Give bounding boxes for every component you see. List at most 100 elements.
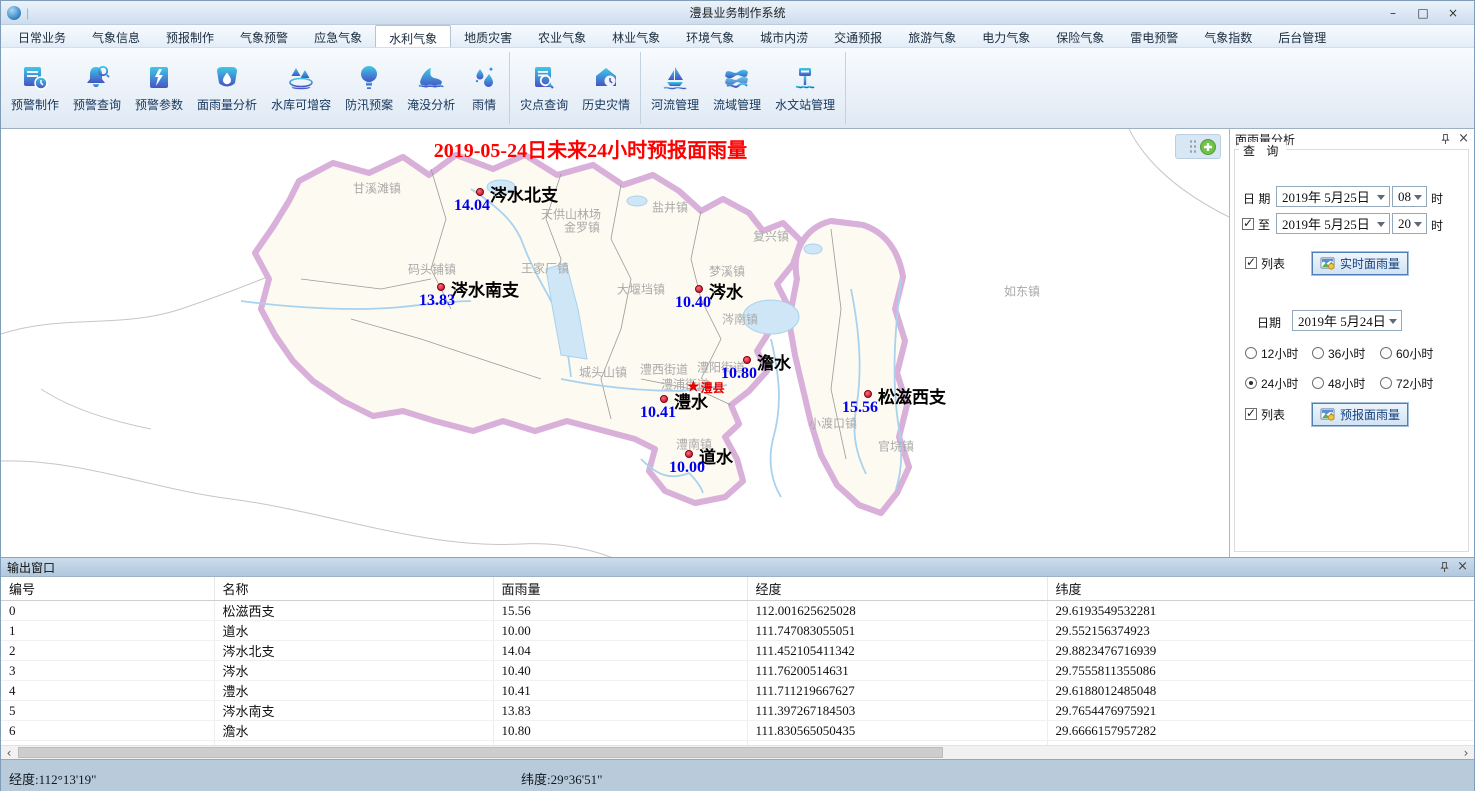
toolbar-button-flood-plan[interactable]: 防汛预案 [338,48,400,128]
station-dot-icon [437,283,445,291]
menu-item-3[interactable]: 气象预警 [227,25,301,47]
end-hour-select[interactable]: 20 [1392,213,1427,234]
column-header: 面雨量 [493,577,747,601]
table-cell: 29.6193549532281 [1047,601,1474,621]
maximize-button[interactable]: □ [1416,6,1430,20]
toolbar-button-river[interactable]: 河流管理 [644,48,706,128]
menu-item-0[interactable]: 日常业务 [5,25,79,47]
table-row[interactable]: 3涔水10.40111.7620051463129.7555811355086 [1,661,1474,681]
table-row[interactable]: 0松滋西支15.56112.00162562502829.61935495322… [1,601,1474,621]
forecast-date-select[interactable]: 2019年 5月24日 [1292,310,1402,331]
menu-item-5[interactable]: 水利气象 [375,25,451,47]
rain-icon [469,64,499,92]
forecast-list-checkbox[interactable]: 列表 [1245,407,1285,421]
menu-item-9[interactable]: 环境气象 [673,25,747,47]
toolbar-button-alert-make[interactable]: 预警制作 [4,48,66,128]
toolbar-group-1: 灾点查询历史灾情 [513,48,637,128]
toolbar-button-basin[interactable]: 流域管理 [706,48,768,128]
menu-item-16[interactable]: 气象指数 [1191,25,1265,47]
radio-option-2[interactable]: 60小时 [1380,346,1433,360]
town-label: 梦溪镇 [709,263,745,280]
county-seat-label: 澧县 [701,379,725,396]
town-label: 金罗镇 [564,219,600,236]
close-button[interactable]: × [1446,6,1460,20]
panel-close-icon[interactable]: × [1458,133,1469,145]
toolbar-button-alert-query[interactable]: 预警查询 [66,48,128,128]
station-dot-icon [685,450,693,458]
menu-item-14[interactable]: 保险气象 [1043,25,1117,47]
menu-item-17[interactable]: 后台管理 [1265,25,1339,47]
radio-option-3[interactable]: 24小时 [1245,376,1298,390]
add-layer-button[interactable] [1199,138,1217,156]
drag-grip-icon[interactable] [1189,139,1196,154]
menu-item-7[interactable]: 农业气象 [525,25,599,47]
menu-item-12[interactable]: 旅游气象 [895,25,969,47]
list-checkbox[interactable]: 列表 [1245,256,1285,270]
realtime-rain-button-label: 实时面雨量 [1340,255,1400,272]
radio-option-4[interactable]: 48小时 [1312,376,1365,390]
radio-option-5[interactable]: 72小时 [1380,376,1433,390]
county-star-icon: ★ [687,383,700,393]
menu-item-13[interactable]: 电力气象 [969,25,1043,47]
minimize-button[interactable]: – [1386,6,1400,20]
pin-icon[interactable] [1440,133,1451,145]
menu-item-2[interactable]: 预报制作 [153,25,227,47]
output-close-icon[interactable]: × [1457,561,1468,573]
table-row[interactable]: 1道水10.00111.74708305505129.552156374923 [1,621,1474,641]
query-groupbox: 查 询 日 期 2019年 5月25日 08 时 至 2019年 5月25日 2… [1234,149,1469,552]
table-row[interactable]: 5涔水南支13.83111.39726718450329.76544769759… [1,701,1474,721]
map-mini-toolbar [1175,134,1221,159]
horizontal-scrollbar[interactable]: ‹ › [1,745,1474,759]
toolbar-button-label: 河流管理 [651,96,699,113]
station-rain-value: 10.80 [721,365,757,383]
table-cell: 29.552156374923 [1047,621,1474,641]
start-date-value: 2019年 5月25日 [1282,187,1370,206]
toolbar-button-label: 防汛预案 [345,96,393,113]
start-hour-select[interactable]: 08 [1392,186,1427,207]
submerge-icon [416,64,446,92]
menu-item-10[interactable]: 城市内涝 [747,25,821,47]
menu-item-11[interactable]: 交通预报 [821,25,895,47]
toolbar-button-alert-param[interactable]: 预警参数 [128,48,190,128]
toolbar-button-rain[interactable]: 雨情 [462,48,506,128]
toolbar-button-disaster-query[interactable]: 灾点查询 [513,48,575,128]
scrollbar-thumb[interactable] [18,747,943,758]
hydro-station-icon [790,64,820,92]
toolbar-button-label: 预警制作 [11,96,59,113]
table-row[interactable]: 6澹水10.80111.83056505043529.6666157957282 [1,721,1474,741]
table-row[interactable]: 4澧水10.41111.71121966762729.6188012485048 [1,681,1474,701]
toolbar-button-hydro-station[interactable]: 水文站管理 [768,48,842,128]
radio-option-label: 24小时 [1261,375,1298,392]
toolbar-button-area-rain[interactable]: 面雨量分析 [190,48,264,128]
scroll-right-icon[interactable]: › [1458,746,1474,759]
radio-option-1[interactable]: 36小时 [1312,346,1365,360]
forecast-rain-button[interactable]: 预报面雨量 [1312,403,1408,426]
toolbar-button-reservoir[interactable]: 水库可增容 [264,48,338,128]
date-label: 日 期 [1243,190,1270,207]
toolbar-button-submerge[interactable]: 淹没分析 [400,48,462,128]
toolbar-button-history[interactable]: 历史灾情 [575,48,637,128]
menu-item-4[interactable]: 应急气象 [301,25,375,47]
table-row[interactable]: 2涔水北支14.04111.45210541134229.88234767169… [1,641,1474,661]
to-checkbox[interactable]: 至 [1242,217,1270,231]
menu-item-8[interactable]: 林业气象 [599,25,673,47]
end-date-select[interactable]: 2019年 5月25日 [1276,213,1390,234]
scroll-left-icon[interactable]: ‹ [1,746,17,759]
radio-option-label: 12小时 [1261,345,1298,362]
flood-plan-icon [354,64,384,92]
radio-circle [1245,347,1257,359]
output-pin-icon[interactable] [1439,561,1450,573]
town-label: 甘溪滩镇 [353,180,401,197]
menu-item-15[interactable]: 雷电预警 [1117,25,1191,47]
start-date-select[interactable]: 2019年 5月25日 [1276,186,1390,207]
radio-option-0[interactable]: 12小时 [1245,346,1298,360]
menu-item-1[interactable]: 气象信息 [79,25,153,47]
realtime-rain-button[interactable]: 实时面雨量 [1312,252,1408,275]
forecast-date-label: 日期 [1257,314,1281,331]
list-label: 列表 [1261,255,1285,272]
map-canvas[interactable]: 2019-05-24日未来24小时预报面雨量 甘溪滩镇盐井镇天供山林场金罗镇复兴… [1,129,1230,557]
town-label: 盐井镇 [652,199,688,216]
table-cell: 111.397267184503 [747,701,1047,721]
menu-item-6[interactable]: 地质灾害 [451,25,525,47]
station-dot-icon [743,356,751,364]
